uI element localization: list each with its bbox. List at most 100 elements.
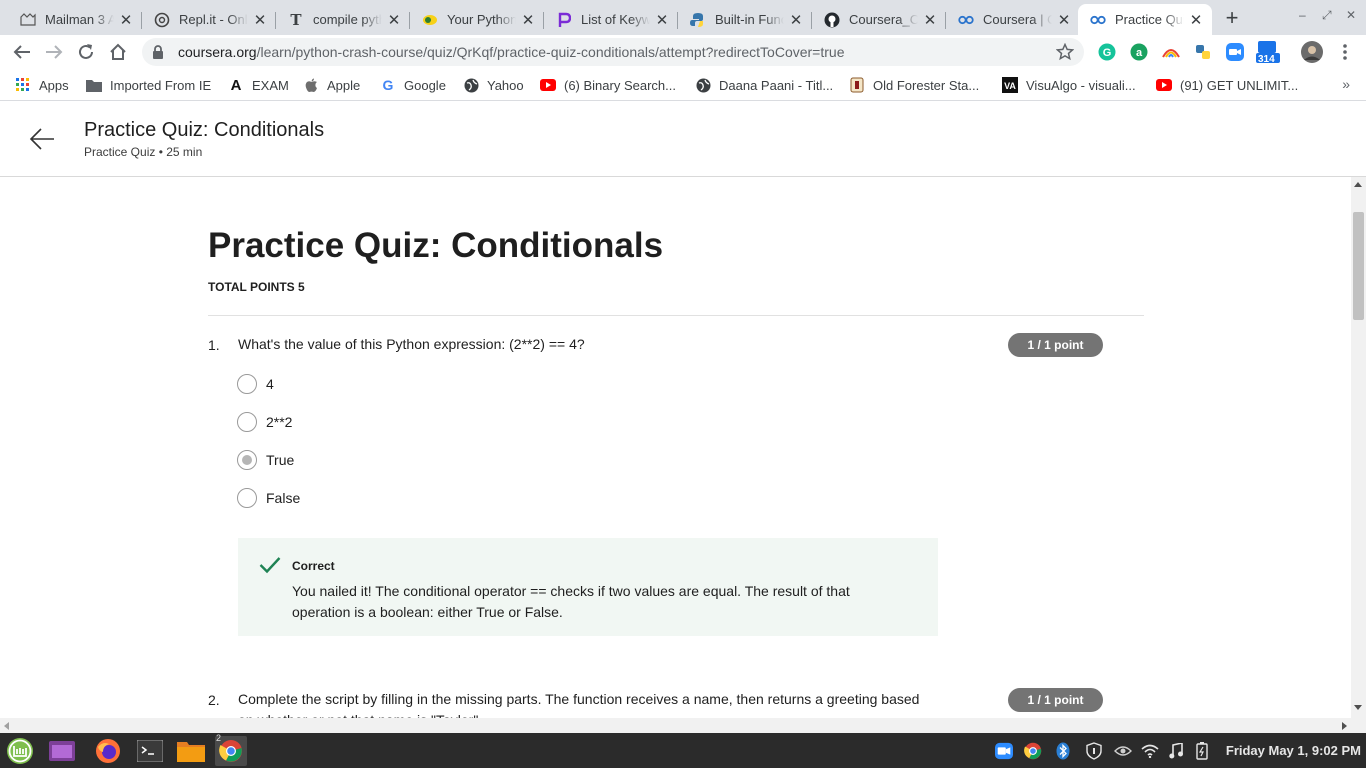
extension-a-icon[interactable]: a [1130,43,1148,61]
tab-coursera-online[interactable]: Coursera | Online ✕ [946,4,1080,35]
bookmark-old-forester[interactable]: Old Forester Sta... [849,76,979,94]
answer-option[interactable]: 4 [237,374,274,394]
chrome-tray-icon[interactable] [1024,742,1042,760]
t-letter-icon: T [290,10,302,29]
scroll-left-arrow-icon[interactable] [4,722,9,730]
bookmark-get-unlimited[interactable]: (91) GET UNLIMIT... [1156,76,1298,94]
bluetooth-icon[interactable] [1054,742,1072,760]
vertical-scrollbar[interactable] [1351,177,1366,733]
globe-icon [463,77,479,93]
apple-icon [303,77,319,93]
bookmark-apps[interactable]: Apps [15,76,69,94]
grammarly-icon[interactable]: G [1098,43,1116,61]
bookmark-apple[interactable]: Apple [303,76,360,94]
tab-replit[interactable]: Repl.it - Online IDE ✕ [142,4,276,35]
bookmark-binary-search[interactable]: (6) Binary Search... [540,76,676,94]
tab-close-icon[interactable]: ✕ [654,12,670,29]
mint-menu-icon[interactable] [4,736,36,766]
taskbar-clock[interactable]: Friday May 1, 9:02 PM [1226,743,1361,758]
p-letter-icon [556,12,572,28]
google-icon: G [382,77,394,93]
horizontal-scrollbar[interactable] [0,718,1351,733]
youtube-icon [540,77,556,93]
tab-practice-quiz[interactable]: Practice Quiz: Conditionals ✕ [1078,4,1212,35]
minimize-icon[interactable]: – [1299,8,1306,22]
tab-close-icon[interactable]: ✕ [922,12,938,29]
nvidia-icon[interactable] [1114,742,1132,760]
bookmarks-overflow-icon[interactable]: » [1342,76,1350,92]
tab-compile-python[interactable]: T compile python ✕ [276,4,410,35]
feedback-title: Correct [292,559,335,573]
replit-icon [154,12,170,28]
extension-badge: 314 [1258,54,1275,65]
address-bar[interactable]: coursera.org/learn/python-crash-course/q… [142,38,1084,66]
scrollbar-thumb[interactable] [1353,212,1364,320]
tab-close-icon[interactable]: ✕ [520,12,536,29]
feedback-text: You nailed it! The conditional operator … [292,583,850,620]
scroll-right-arrow-icon[interactable] [1342,722,1347,730]
wifi-icon[interactable] [1141,742,1159,760]
chrome-taskbar-icon[interactable]: 2 [215,733,247,766]
feedback-box: Correct You nailed it! The conditional o… [238,538,938,636]
window-count-badge: 2 [216,733,222,743]
file-manager-window-icon[interactable] [46,736,78,766]
reload-button[interactable] [74,40,98,64]
back-arrow-icon[interactable] [28,127,56,151]
forward-button[interactable] [42,40,66,64]
bookmark-exam[interactable]: A EXAM [228,76,289,94]
battery-icon[interactable] [1193,742,1211,760]
tab-close-icon[interactable]: ✕ [1188,12,1204,29]
terminal-icon[interactable] [134,736,166,766]
question-number: 2. [208,692,220,708]
folder-icon [86,77,102,93]
back-button[interactable] [10,40,34,64]
tab-close-icon[interactable]: ✕ [118,12,134,29]
bookmark-yahoo[interactable]: Yahoo [463,76,524,94]
zoom-tray-icon[interactable] [995,742,1013,760]
browser-tab-strip: Mailman 3 Archives ✕ Repl.it - Online ID… [0,0,1366,35]
question-number: 1. [208,337,220,353]
music-note-icon[interactable] [1167,742,1185,760]
tab-mailman[interactable]: Mailman 3 Archives ✕ [8,4,142,35]
tab-trinket[interactable]: Your Python Trinket ✕ [410,4,544,35]
answer-option[interactable]: 2**2 [237,412,292,432]
restore-icon[interactable]: ⤢ [1322,8,1332,23]
radio-button[interactable] [237,374,257,394]
rainbow-extension-icon[interactable] [1162,43,1180,61]
calendar-extension-icon[interactable]: 314 [1256,41,1280,65]
zoom-extension-icon[interactable] [1226,43,1244,61]
scroll-up-arrow-icon[interactable] [1354,182,1362,187]
quiz-header-title: Practice Quiz: Conditionals [84,119,325,141]
tab-builtin-functions[interactable]: Built-in Functions ✕ [678,4,812,35]
github-icon [824,12,840,28]
answer-option[interactable]: False [237,488,300,508]
tab-github-coursera[interactable]: Coursera_Crash ✕ [812,4,946,35]
chrome-menu-icon[interactable] [1336,43,1354,61]
bookmark-daana-paani[interactable]: Daana Paani - Titl... [695,76,833,94]
tab-close-icon[interactable]: ✕ [252,12,268,29]
bookmark-imported-from-ie[interactable]: Imported From IE [86,76,211,94]
answer-option-selected[interactable]: True [237,450,294,470]
bookmark-star-icon[interactable] [1055,42,1075,64]
shield-icon[interactable] [1085,742,1103,760]
bookmarks-bar: Apps Imported From IE A EXAM Apple G Goo… [0,69,1366,101]
tab-list-keywords[interactable]: List of Keywords ✕ [544,4,678,35]
tab-close-icon[interactable]: ✕ [1056,12,1072,29]
radio-button-selected[interactable] [237,450,257,470]
close-window-icon[interactable]: ✕ [1346,8,1356,22]
scroll-down-arrow-icon[interactable] [1354,705,1362,710]
firefox-icon[interactable] [92,736,124,766]
total-points: TOTAL POINTS 5 [208,280,305,294]
profile-avatar[interactable] [1301,41,1323,63]
python-extension-icon[interactable] [1194,43,1212,61]
tab-close-icon[interactable]: ✕ [386,12,402,29]
python-icon [690,12,706,28]
home-button[interactable] [106,40,130,64]
new-tab-button[interactable]: + [1220,7,1244,31]
tab-close-icon[interactable]: ✕ [788,12,804,29]
bookmark-google[interactable]: G Google [380,76,446,94]
bookmark-visualgo[interactable]: VA VisuAlgo - visuali... [1002,76,1136,94]
radio-button[interactable] [237,412,257,432]
radio-button[interactable] [237,488,257,508]
files-folder-icon[interactable] [175,736,207,766]
